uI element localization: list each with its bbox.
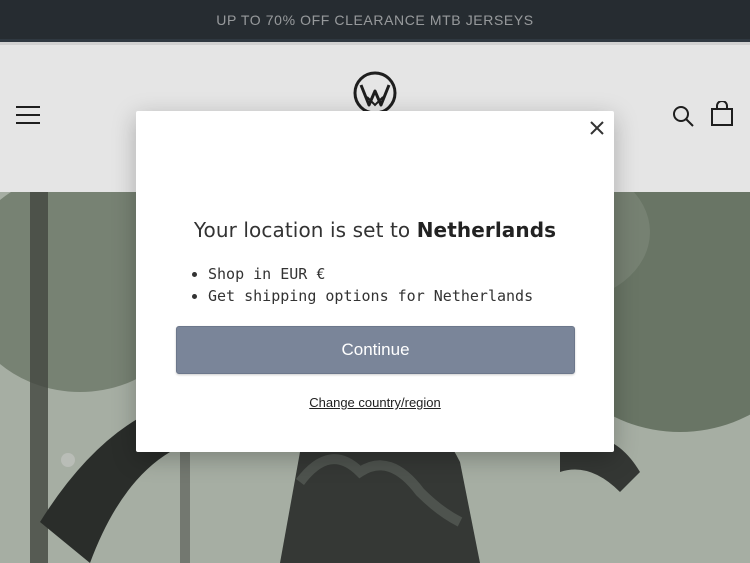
change-country-link[interactable]: Change country/region (136, 395, 614, 410)
announcement-text[interactable]: UP TO 70% OFF CLEARANCE MTB JERSEYS (216, 12, 533, 28)
modal-info-list: Shop in EUR € Get shipping options for N… (190, 263, 533, 307)
announcement-bar[interactable]: UP TO 70% OFF CLEARANCE MTB JERSEYS (0, 0, 750, 42)
location-modal: Your location is set to Netherlands Shop… (136, 111, 614, 452)
title-prefix: Your location is set to (193, 218, 417, 242)
country-name: Netherlands (416, 218, 557, 242)
list-item-shipping: Get shipping options for Netherlands (208, 285, 533, 307)
continue-button[interactable]: Continue (176, 326, 575, 374)
close-icon[interactable] (588, 119, 606, 137)
modal-title: Your location is set to Netherlands (136, 218, 614, 242)
list-item-currency: Shop in EUR € (208, 263, 533, 285)
